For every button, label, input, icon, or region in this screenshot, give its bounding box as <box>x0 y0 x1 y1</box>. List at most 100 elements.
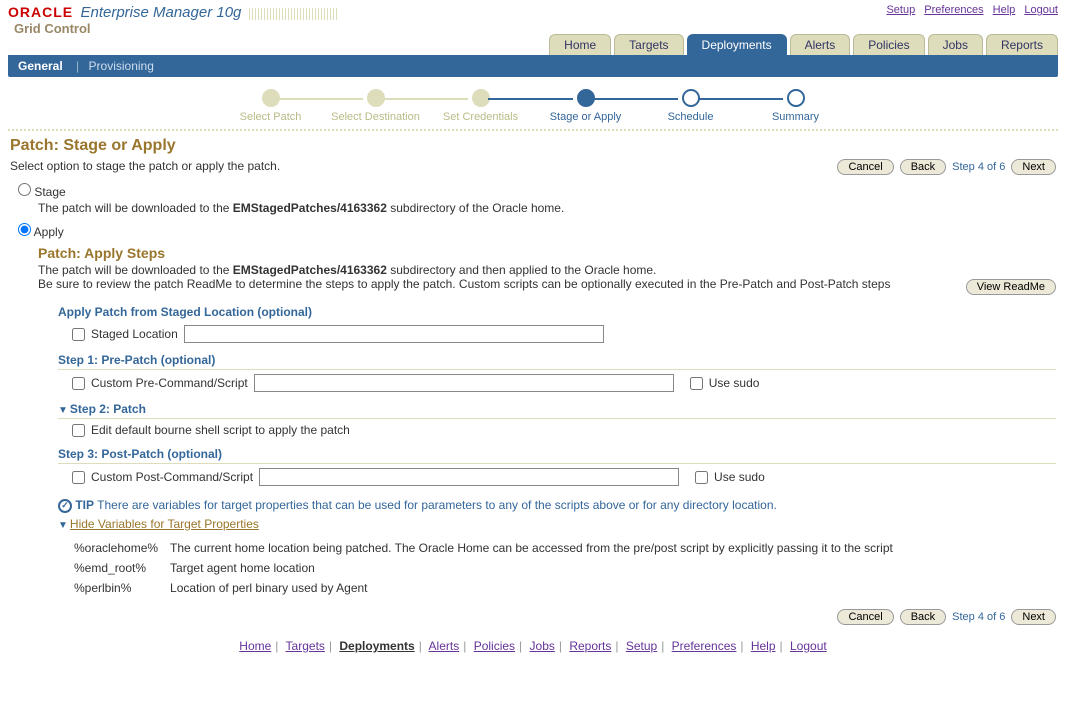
footer-alerts[interactable]: Alerts <box>429 639 460 653</box>
stage-label: Stage <box>34 185 65 199</box>
apply-desc-2: Be sure to review the patch ReadMe to de… <box>38 277 890 291</box>
tab-home[interactable]: Home <box>549 34 611 55</box>
tab-jobs[interactable]: Jobs <box>928 34 983 55</box>
logo-stripes-icon <box>249 8 339 20</box>
hide-variables-link[interactable]: Hide Variables for Target Properties <box>70 517 259 531</box>
var-desc: Target agent home location <box>170 559 903 577</box>
edit-script-checkbox[interactable] <box>72 424 85 437</box>
post-cmd-checkbox[interactable] <box>72 471 85 484</box>
var-desc: The current home location being patched.… <box>170 539 903 557</box>
apply-details: Patch: Apply Steps The patch will be dow… <box>38 245 1056 599</box>
var-name: %oraclehome% <box>74 539 168 557</box>
footer-logout[interactable]: Logout <box>790 639 827 653</box>
pre-sudo-label: Use sudo <box>709 376 760 390</box>
logo-area: ORACLE Enterprise Manager 10g Grid Contr… <box>8 4 339 36</box>
view-readme-button[interactable]: View ReadMe <box>966 279 1056 295</box>
product-name: Enterprise Manager 10g <box>80 4 241 21</box>
pre-sudo-checkbox[interactable] <box>690 377 703 390</box>
train-step-1-icon <box>262 89 280 107</box>
next-button[interactable]: Next <box>1011 159 1056 175</box>
step2-heading[interactable]: ▼Step 2: Patch <box>58 402 1056 419</box>
cancel-button-bottom[interactable]: Cancel <box>837 609 893 625</box>
tab-deployments[interactable]: Deployments <box>687 34 787 55</box>
help-link[interactable]: Help <box>993 4 1016 16</box>
pre-cmd-checkbox[interactable] <box>72 377 85 390</box>
header-links: Setup Preferences Help Logout <box>880 4 1058 16</box>
footer-nav: Home| Targets| Deployments| Alerts| Poli… <box>10 639 1056 653</box>
edit-script-label: Edit default bourne shell script to appl… <box>91 423 350 437</box>
stage-radio-label[interactable]: Stage <box>18 185 66 199</box>
step-counter: Step 4 of 6 <box>952 161 1005 173</box>
disclose-down-icon: ▼ <box>58 520 68 531</box>
post-cmd-input[interactable] <box>259 468 679 486</box>
footer-preferences[interactable]: Preferences <box>672 639 737 653</box>
staged-location-row: Staged Location <box>72 325 1056 343</box>
cancel-button[interactable]: Cancel <box>837 159 893 175</box>
page-title: Patch: Stage or Apply <box>10 137 1056 155</box>
train-label-4: Stage or Apply <box>550 111 622 123</box>
train-step-6-icon <box>787 89 805 107</box>
grid-control-label: Grid Control <box>14 21 339 36</box>
back-button[interactable]: Back <box>900 159 946 175</box>
table-row: %emd_root%Target agent home location <box>74 559 903 577</box>
apply-desc-1: The patch will be downloaded to the EMSt… <box>38 263 1056 277</box>
preferences-link[interactable]: Preferences <box>924 4 983 16</box>
logout-link[interactable]: Logout <box>1024 4 1058 16</box>
footer-setup[interactable]: Setup <box>626 639 657 653</box>
footer-policies[interactable]: Policies <box>474 639 515 653</box>
footer-help[interactable]: Help <box>751 639 776 653</box>
post-sudo-checkbox[interactable] <box>695 471 708 484</box>
patch-row: Edit default bourne shell script to appl… <box>72 423 1056 437</box>
staged-location-label: Staged Location <box>91 327 178 341</box>
footer-reports[interactable]: Reports <box>569 639 611 653</box>
apply-form: Apply Patch from Staged Location (option… <box>58 305 1056 599</box>
subnav-provisioning[interactable]: Provisioning <box>89 59 154 73</box>
apply-steps-title: Patch: Apply Steps <box>38 245 1056 261</box>
footer-deployments[interactable]: Deployments <box>339 639 414 653</box>
footer-targets[interactable]: Targets <box>286 639 325 653</box>
apply-option: Apply Patch: Apply Steps The patch will … <box>18 223 1056 599</box>
subnav-general[interactable]: General <box>18 59 63 73</box>
tip-row: TIP There are variables for target prope… <box>58 498 1056 513</box>
setup-link[interactable]: Setup <box>886 4 915 16</box>
train-step-5-icon <box>682 89 700 107</box>
footer-jobs[interactable]: Jobs <box>530 639 555 653</box>
stage-desc: The patch will be downloaded to the EMSt… <box>38 201 1056 215</box>
disclose-icon: ▼ <box>58 405 68 416</box>
variables-table: %oraclehome%The current home location be… <box>72 537 905 599</box>
tip-text: There are variables for target propertie… <box>97 498 777 512</box>
pre-cmd-input[interactable] <box>254 374 674 392</box>
footer-home[interactable]: Home <box>239 639 271 653</box>
staged-location-checkbox[interactable] <box>72 328 85 341</box>
top-button-row: Cancel Back Step 4 of 6 Next <box>837 159 1056 175</box>
main-tabs: Home Targets Deployments Alerts Policies… <box>0 34 1066 55</box>
train-label-1: Select Patch <box>240 111 302 123</box>
train-step-2-icon <box>367 89 385 107</box>
content: Patch: Stage or Apply Cancel Back Step 4… <box>0 137 1066 669</box>
step1-heading: Step 1: Pre-Patch (optional) <box>58 353 1056 370</box>
train-label-5: Schedule <box>668 111 714 123</box>
tab-targets[interactable]: Targets <box>614 34 683 55</box>
train-step-3-icon <box>472 89 490 107</box>
next-button-bottom[interactable]: Next <box>1011 609 1056 625</box>
train-step-4-icon <box>577 89 595 107</box>
header: ORACLE Enterprise Manager 10g Grid Contr… <box>0 0 1066 36</box>
post-patch-row: Custom Post-Command/Script Use sudo <box>72 468 1056 486</box>
step-counter-bottom: Step 4 of 6 <box>952 611 1005 623</box>
table-row: %perlbin%Location of perl binary used by… <box>74 579 903 597</box>
var-desc: Location of perl binary used by Agent <box>170 579 903 597</box>
staged-location-input[interactable] <box>184 325 604 343</box>
bottom-button-row: Cancel Back Step 4 of 6 Next <box>837 609 1056 625</box>
apply-radio[interactable] <box>18 223 31 236</box>
hide-vars-row: ▼Hide Variables for Target Properties <box>58 517 1056 531</box>
tab-reports[interactable]: Reports <box>986 34 1058 55</box>
train-label-2: Select Destination <box>331 111 420 123</box>
tab-alerts[interactable]: Alerts <box>790 34 851 55</box>
wizard-train: Select Patch Select Destination Set Cred… <box>0 89 1066 123</box>
tip-label: TIP <box>75 498 94 512</box>
tab-policies[interactable]: Policies <box>853 34 924 55</box>
back-button-bottom[interactable]: Back <box>900 609 946 625</box>
stage-radio[interactable] <box>18 183 31 196</box>
var-name: %emd_root% <box>74 559 168 577</box>
apply-radio-label[interactable]: Apply <box>18 225 64 239</box>
